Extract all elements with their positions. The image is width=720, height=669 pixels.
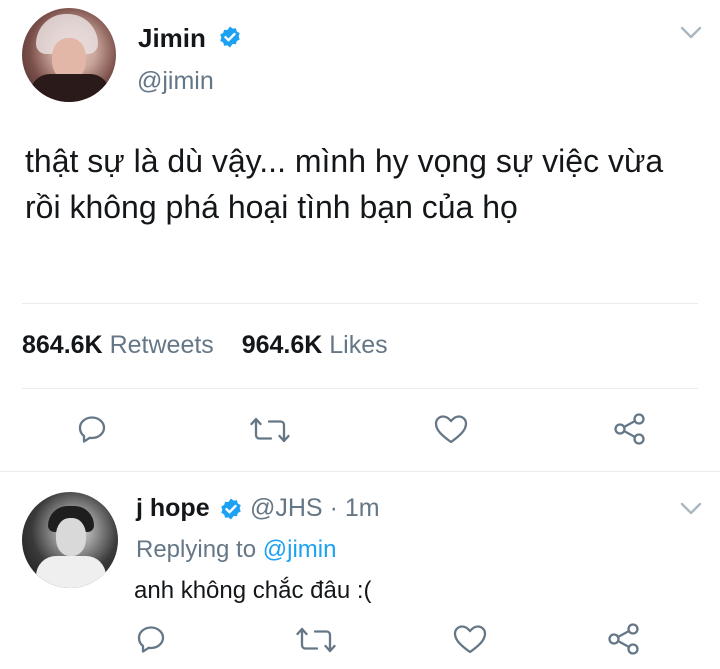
reply-author-name[interactable]: j hope (136, 494, 210, 522)
author-name[interactable]: Jimin (138, 23, 206, 54)
verified-badge-icon (218, 25, 242, 49)
like-count[interactable]: 964.6K (242, 331, 323, 359)
reply-icon[interactable] (77, 414, 107, 444)
retweet-label[interactable]: Retweets (110, 331, 214, 359)
reply-author-avatar[interactable] (22, 492, 118, 588)
share-icon[interactable] (612, 413, 648, 445)
reply-icon[interactable] (136, 624, 166, 654)
retweet-icon[interactable] (296, 626, 336, 654)
replying-to-prefix: Replying to (136, 536, 257, 563)
like-icon[interactable] (452, 623, 488, 655)
avatar-clothing (36, 556, 106, 588)
chevron-down-icon[interactable] (680, 502, 702, 516)
share-icon[interactable] (606, 623, 642, 655)
reply-header: j hope (136, 494, 210, 523)
chevron-down-icon[interactable] (680, 26, 702, 40)
like-label[interactable]: Likes (329, 331, 387, 359)
meta-separator: · (329, 494, 338, 522)
reply-time[interactable]: 1m (345, 494, 380, 522)
avatar-clothing (30, 74, 110, 102)
replying-to-handle[interactable]: @jimin (263, 536, 337, 563)
reply-author-handle[interactable]: @JHS (250, 494, 323, 522)
retweet-count[interactable]: 864.6K (22, 331, 103, 359)
divider (0, 471, 720, 472)
reply-meta: @JHS · 1m (250, 494, 380, 523)
author-avatar[interactable] (22, 8, 116, 102)
verified-badge-icon (219, 497, 243, 521)
replying-to-line: Replying to @jimin (136, 536, 336, 564)
reply-text: anh không chắc đâu :( (134, 577, 372, 604)
divider (22, 388, 698, 389)
like-icon[interactable] (433, 413, 469, 445)
retweet-icon[interactable] (250, 416, 290, 444)
avatar-face (56, 518, 86, 556)
divider (22, 303, 698, 304)
author-handle[interactable]: @jimin (137, 67, 214, 96)
tweet-text: thật sự là dù vậy... mình hy vọng sự việ… (25, 143, 664, 225)
tweet-stats: 864.6K Retweets 964.6K Likes (22, 331, 388, 360)
